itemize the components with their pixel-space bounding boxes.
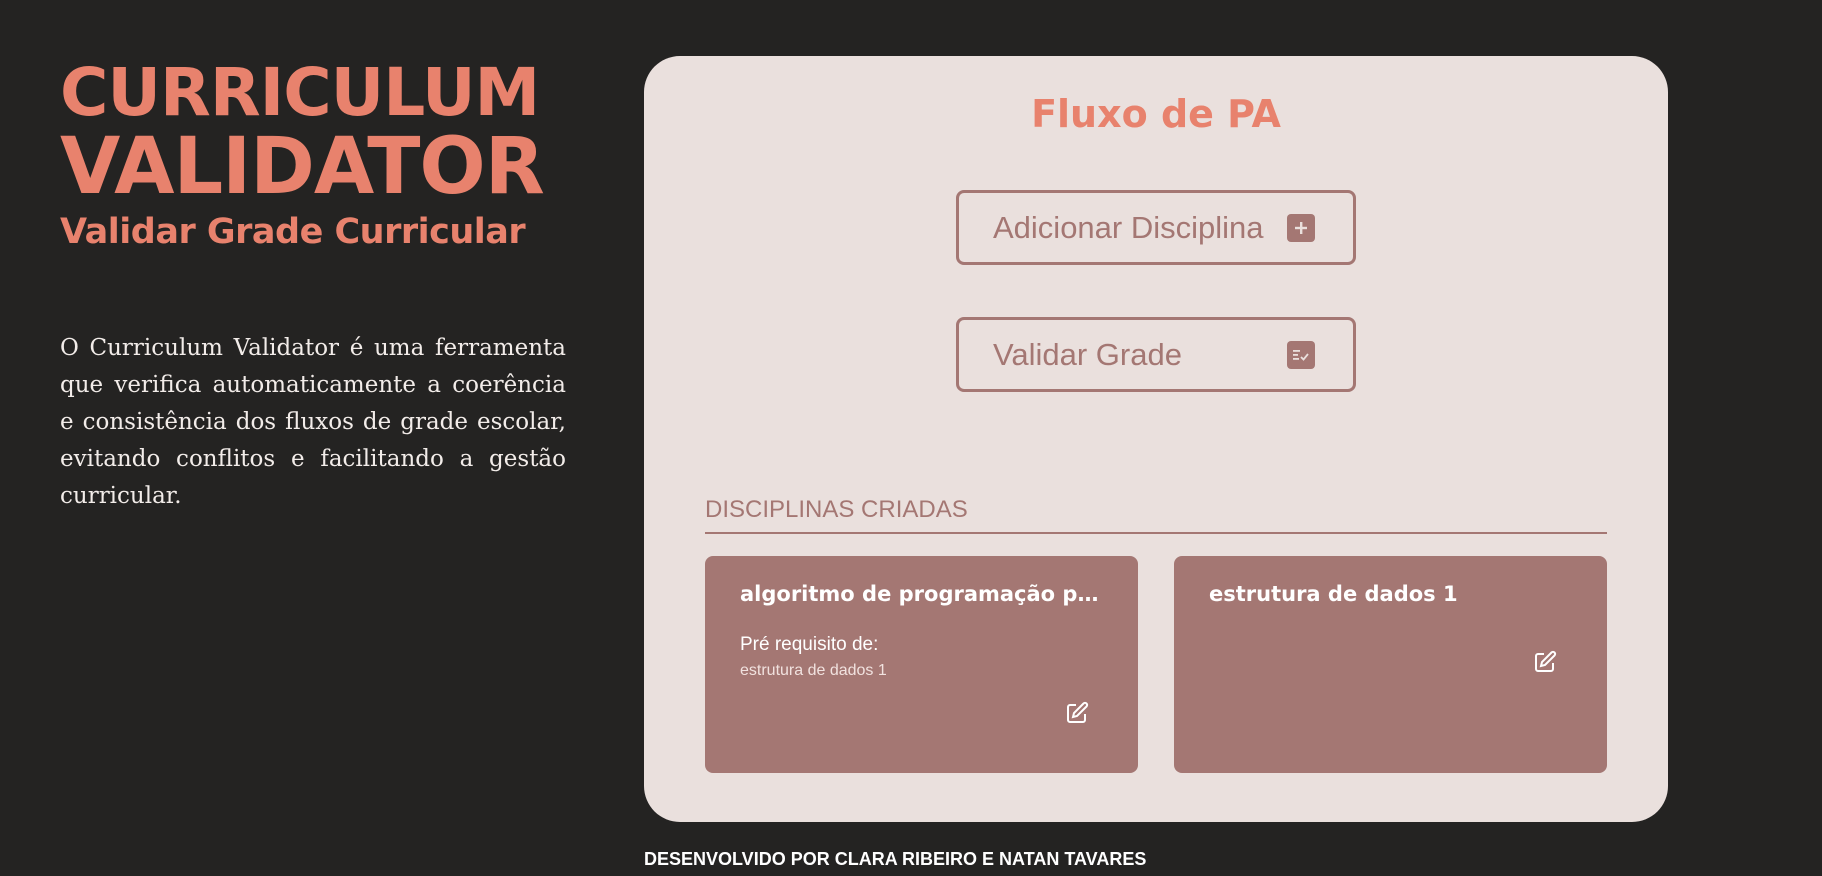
discipline-title: algoritmo de programação para ... xyxy=(740,582,1103,606)
section-label: DISCIPLINAS CRIADAS xyxy=(705,496,968,523)
prerequisite-label: Pré requisito de: xyxy=(740,634,879,655)
edit-icon[interactable] xyxy=(1533,650,1557,674)
add-discipline-button[interactable]: Adicionar Disciplina xyxy=(956,190,1356,265)
checklist-icon xyxy=(1287,340,1315,369)
discipline-card: algoritmo de programação para ... Pré re… xyxy=(705,556,1138,773)
panel-title: Fluxo de PA xyxy=(1031,92,1281,136)
section-divider xyxy=(705,532,1607,534)
plus-square-icon xyxy=(1287,213,1315,242)
edit-icon[interactable] xyxy=(1065,701,1089,725)
discipline-title: estrutura de dados 1 xyxy=(1209,582,1458,606)
add-discipline-label: Adicionar Disciplina xyxy=(993,209,1264,245)
footer-credits: DESENVOLVIDO POR CLARA RIBEIRO E NATAN T… xyxy=(644,849,1147,869)
brand-header: CURRICULUM VALIDATOR Validar Grade Curri… xyxy=(60,58,580,254)
brand-subtitle: Validar Grade Curricular xyxy=(60,212,526,252)
flow-panel: Fluxo de PA Adicionar Disciplina Validar… xyxy=(644,56,1668,822)
prerequisite-value: estrutura de dados 1 xyxy=(740,662,887,679)
validate-grade-button[interactable]: Validar Grade xyxy=(956,317,1356,392)
validate-grade-label: Validar Grade xyxy=(993,336,1182,372)
brand-title-line1: CURRICULUM xyxy=(60,54,540,131)
brand-title-line2: VALIDATOR xyxy=(60,122,545,212)
discipline-card: estrutura de dados 1 xyxy=(1174,556,1607,773)
app-description: O Curriculum Validator é uma ferramenta … xyxy=(60,335,566,509)
